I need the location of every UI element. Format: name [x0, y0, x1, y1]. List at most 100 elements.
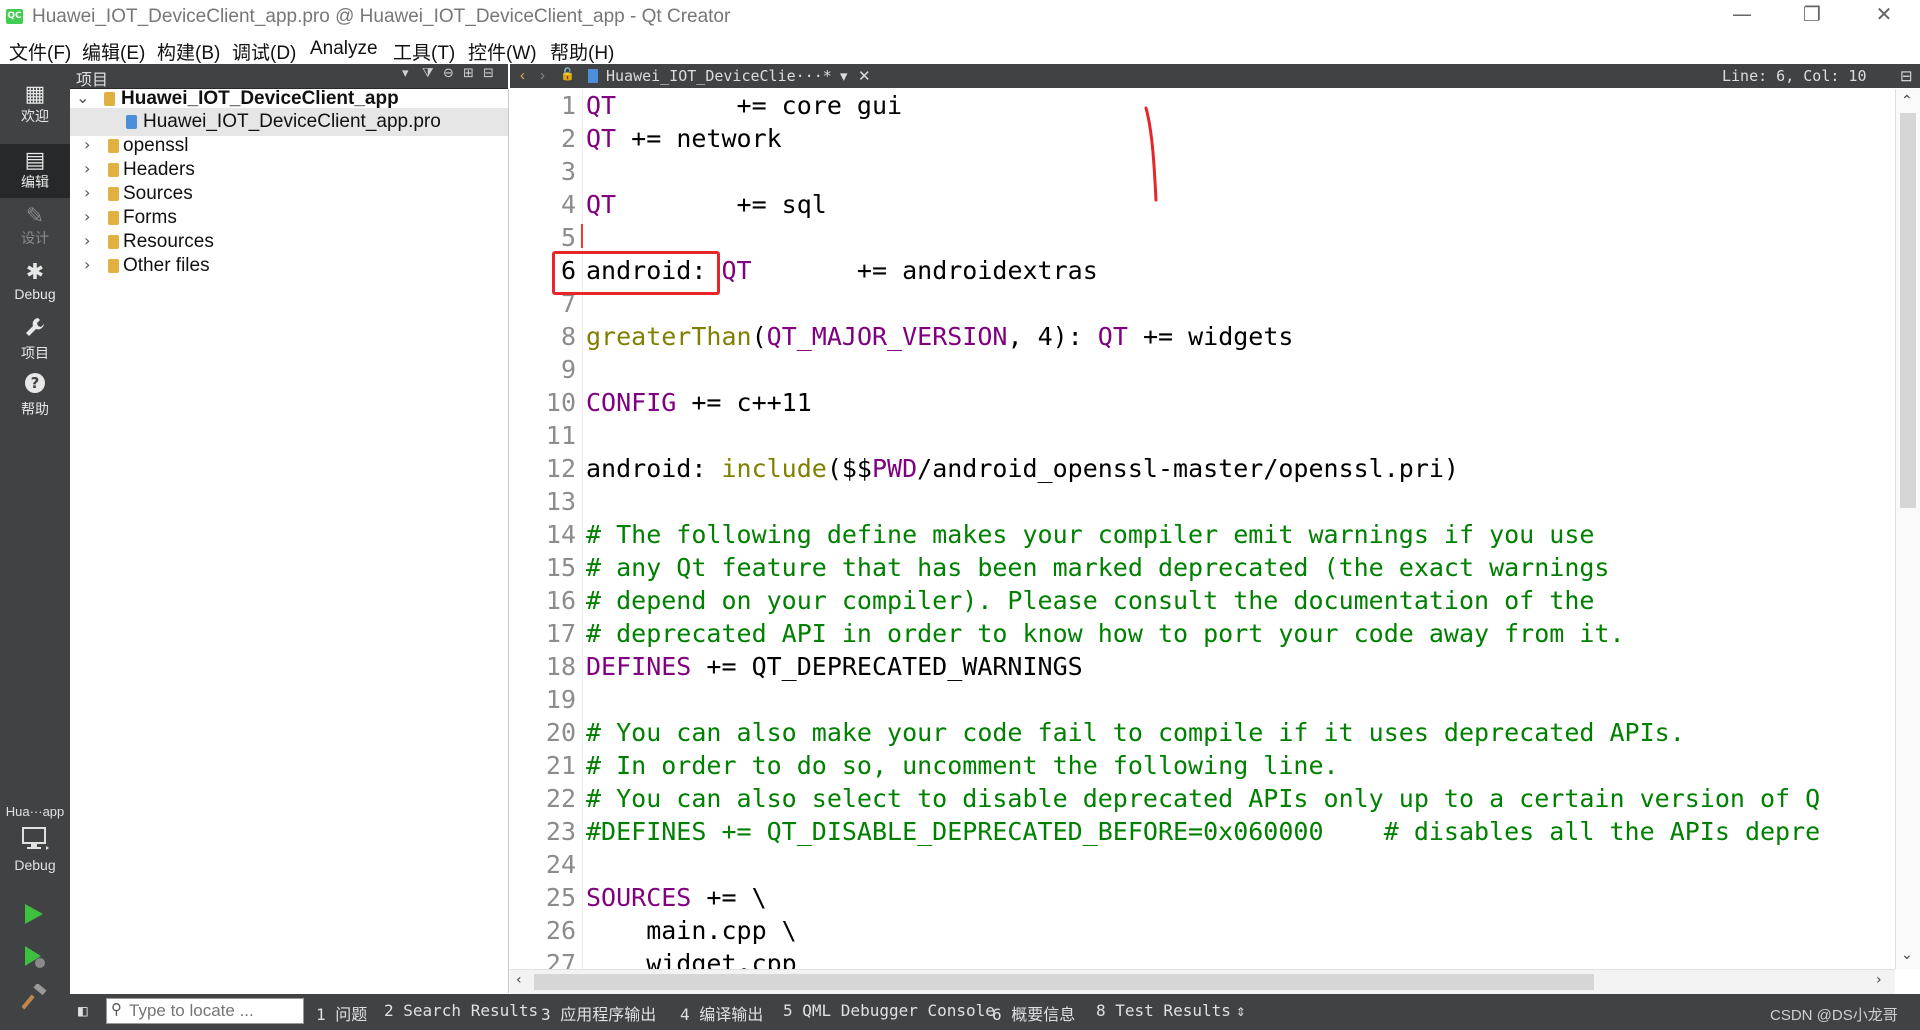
scrollbar-thumb[interactable] — [534, 974, 1594, 990]
code-line[interactable]: 1 QT += core gui — [510, 89, 1895, 122]
mode-projects[interactable]: 项目 — [0, 312, 70, 366]
code-line[interactable]: 14 # The following define makes your comp… — [510, 518, 1895, 551]
code-line[interactable]: 5 — [510, 221, 1895, 254]
menu-debug[interactable]: 调试(D) — [232, 38, 296, 65]
code-line[interactable]: 12 android: include($$PWD/android_openssl… — [510, 452, 1895, 485]
forward-icon[interactable]: › — [540, 67, 545, 84]
code-line[interactable]: 27 widget.cpp — [510, 947, 1895, 969]
code-line[interactable]: 15 # any Qt feature that has been marked … — [510, 551, 1895, 584]
mode-design[interactable]: ✎ 设计 — [0, 200, 70, 254]
view-dropdown-icon[interactable]: ▾ — [402, 66, 409, 81]
code-token: += widgets — [1127, 322, 1294, 351]
code-editor[interactable]: 1 QT += core gui 2 QT += network 3 4 QT += sql… — [510, 89, 1895, 969]
menu-build[interactable]: 构建(B) — [157, 38, 220, 65]
code-line[interactable]: 9 — [510, 353, 1895, 386]
file-dropdown-icon[interactable]: ▾ — [840, 67, 848, 85]
menu-edit[interactable]: 编辑(E) — [82, 38, 145, 65]
code-line[interactable]: 18 DEFINES += QT_DEPRECATED_WARNINGS — [510, 650, 1895, 683]
chevron-down-icon[interactable]: ⌄ — [76, 88, 89, 107]
chevron-right-icon[interactable]: › — [84, 159, 90, 178]
mode-help[interactable]: ? 帮助 — [0, 368, 70, 422]
build-button[interactable] — [21, 982, 48, 1015]
code-line[interactable]: 11 — [510, 419, 1895, 452]
debug-run-button[interactable] — [22, 944, 48, 975]
locator-input[interactable] — [129, 1001, 299, 1021]
run-button[interactable] — [22, 902, 46, 931]
chevron-right-icon[interactable]: › — [84, 207, 90, 226]
code-line[interactable]: 17 # deprecated API in order to know how … — [510, 617, 1895, 650]
code-line[interactable]: 24 — [510, 848, 1895, 881]
back-icon[interactable]: ‹ — [520, 67, 525, 84]
code-line[interactable]: 10 CONFIG += c++11 — [510, 386, 1895, 419]
code-text: # The following define makes your compil… — [586, 518, 1594, 551]
code-token: widget.cpp — [586, 949, 797, 969]
chevron-right-icon[interactable]: › — [84, 183, 90, 202]
menu-file[interactable]: 文件(F) — [9, 38, 71, 65]
tree-item-label: Huawei_IOT_DeviceClient_app.pro — [143, 111, 441, 132]
minimize-icon[interactable]: — — [1722, 2, 1762, 26]
output-pane-compile[interactable]: 4 编译输出 — [680, 1001, 763, 1025]
close-pane-icon[interactable]: ⊟ — [483, 66, 494, 81]
output-pane-app-output[interactable]: 3 应用程序输出 — [541, 1001, 656, 1025]
scrollbar-thumb[interactable] — [1900, 113, 1916, 508]
mode-label: 欢迎 — [21, 108, 49, 124]
mode-edit[interactable]: ▤ 编辑 — [0, 144, 70, 198]
code-line[interactable]: 2 QT += network — [510, 122, 1895, 155]
maximize-icon[interactable]: ❐ — [1792, 2, 1832, 26]
code-line[interactable]: 21 # In order to do so, uncomment the fol… — [510, 749, 1895, 782]
project-icon — [104, 92, 115, 106]
code-token: ($$ — [826, 454, 872, 483]
mode-debug[interactable]: ✱ Debug — [0, 256, 70, 310]
output-pane-tests[interactable]: 8 Test Results — [1096, 1001, 1231, 1020]
code-line[interactable]: 25 SOURCES += \ — [510, 881, 1895, 914]
code-line[interactable]: 3 — [510, 155, 1895, 188]
code-line[interactable]: 8 greaterThan(QT_MAJOR_VERSION, 4): QT +=… — [510, 320, 1895, 353]
split-editor-icon[interactable]: ⊟ — [1900, 67, 1913, 85]
kit-project-name[interactable]: Hua···app — [0, 804, 70, 819]
menu-tools[interactable]: 工具(T) — [393, 38, 455, 65]
output-pane-general[interactable]: 6 概要信息 — [992, 1001, 1075, 1025]
file-tab[interactable]: Huawei_IOT_DeviceClie···* — [606, 67, 832, 85]
output-pane-issues[interactable]: 1 问题 — [316, 1001, 367, 1025]
code-line[interactable]: 19 — [510, 683, 1895, 716]
chevron-right-icon[interactable]: › — [84, 231, 90, 250]
scroll-down-icon[interactable]: ⌄ — [1901, 947, 1913, 963]
code-token: QT — [586, 91, 617, 120]
close-icon[interactable]: ✕ — [1864, 2, 1904, 26]
code-line[interactable]: 22 # You can also select to disable depre… — [510, 782, 1895, 815]
tree-item-other-files[interactable]: › Other files — [70, 252, 508, 280]
link-icon[interactable]: ⊖ — [443, 66, 454, 81]
mode-label: 编辑 — [21, 174, 49, 190]
code-line[interactable]: 20 # You can also make your code fail to … — [510, 716, 1895, 749]
more-panes-icon[interactable]: ⇕ — [1236, 1001, 1246, 1020]
toggle-sidebar-icon[interactable]: ◧ — [78, 1001, 88, 1020]
mode-welcome[interactable]: ▦ 欢迎 — [0, 78, 70, 132]
code-line[interactable]: 4 QT += sql — [510, 188, 1895, 221]
kit-selector[interactable]: Debug — [0, 826, 70, 882]
split-icon[interactable]: ⊞ — [463, 66, 474, 81]
scroll-right-icon[interactable]: › — [1876, 972, 1882, 988]
cursor-position[interactable]: Line: 6, Col: 10 — [1722, 67, 1867, 85]
output-pane-search[interactable]: 2 Search Results — [384, 1001, 538, 1020]
code-token: #DEFINES += QT_DISABLE_DEPRECATED_BEFORE… — [586, 817, 1821, 846]
output-pane-qml-console[interactable]: 5 QML Debugger Console — [783, 1001, 995, 1020]
code-line[interactable]: 13 — [510, 485, 1895, 518]
vertical-scrollbar[interactable]: ⌃ ⌄ — [1895, 89, 1920, 969]
chevron-right-icon[interactable]: › — [84, 255, 90, 274]
menu-help[interactable]: 帮助(H) — [550, 38, 614, 65]
menu-controls[interactable]: 控件(W) — [468, 38, 537, 65]
code-token: QT — [1097, 322, 1128, 351]
menu-analyze[interactable]: Analyze — [310, 38, 378, 60]
chevron-right-icon[interactable]: › — [84, 135, 90, 154]
locator[interactable]: ⚲ — [106, 998, 304, 1024]
code-line[interactable]: 23 #DEFINES += QT_DISABLE_DEPRECATED_BEFO… — [510, 815, 1895, 848]
title-bar: QC Huawei_IOT_DeviceClient_app.pro @ Hua… — [0, 0, 1920, 34]
scroll-left-icon[interactable]: ‹ — [516, 972, 522, 988]
scroll-up-icon[interactable]: ⌃ — [1901, 93, 1913, 109]
close-file-icon[interactable]: ✕ — [858, 67, 871, 85]
code-line[interactable]: 26 main.cpp \ — [510, 914, 1895, 947]
horizontal-scrollbar[interactable]: ‹ › — [510, 969, 1895, 994]
filter-icon[interactable]: ⧩ — [422, 66, 434, 81]
code-line[interactable]: 16 # depend on your compiler). Please con… — [510, 584, 1895, 617]
code-text: android: include($$PWD/android_openssl-m… — [586, 452, 1459, 485]
